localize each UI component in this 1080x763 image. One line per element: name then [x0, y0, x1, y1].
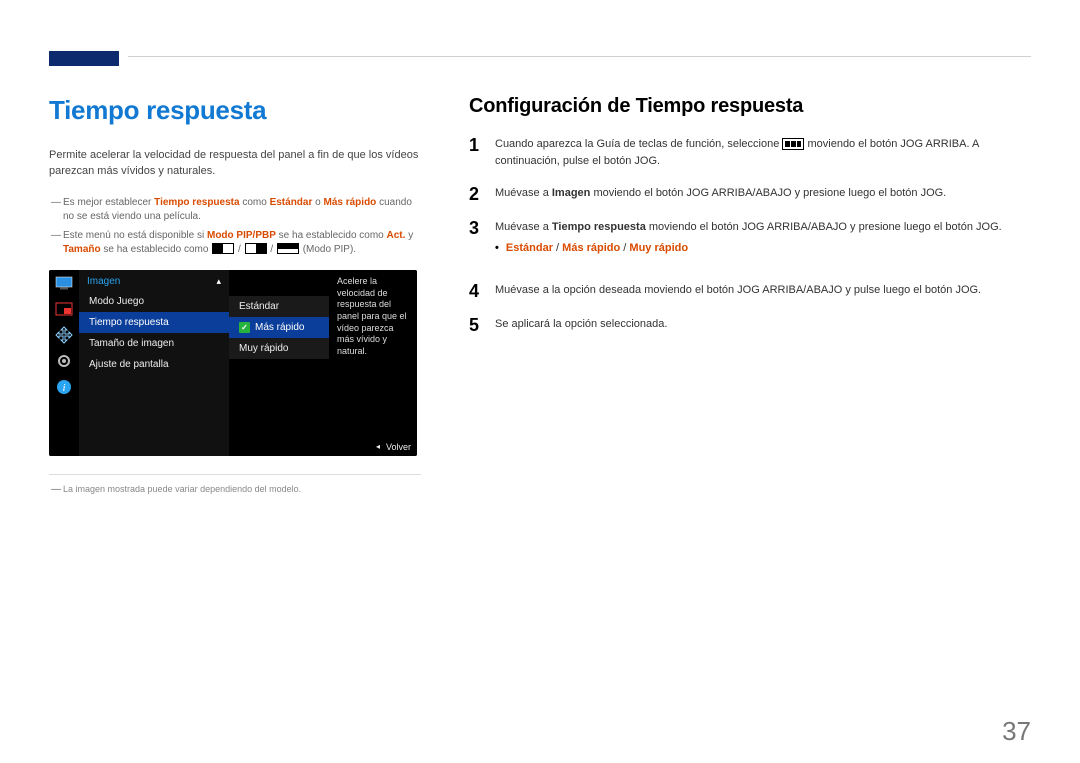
step-2: 2 Muévase a Imagen moviendo el botón JOG… — [469, 185, 1031, 203]
svg-text:i: i — [62, 382, 65, 394]
menu-bars-icon — [782, 138, 804, 150]
gear-icon — [55, 354, 73, 368]
options-bullet: • Estándar / Más rápido / Muy rápido — [495, 240, 1031, 257]
osd-item-tiempo-respuesta: Tiempo respuesta — [79, 312, 229, 333]
lead-paragraph: Permite acelerar la velocidad de respues… — [49, 148, 421, 180]
monitor-icon — [55, 276, 73, 290]
osd-options-col: Estándar ✓Más rápido Muy rápido — [229, 296, 329, 359]
position-icon — [55, 328, 73, 342]
footnote: ― La imagen mostrada puede variar depend… — [49, 483, 421, 498]
page-title-left: Tiempo respuesta — [49, 95, 421, 126]
check-icon: ✓ — [239, 322, 250, 333]
step-3: 3 Muévase a Tiempo respuesta moviendo el… — [469, 219, 1031, 266]
note-item-2: ― Este menú no está disponible si Modo P… — [49, 229, 421, 258]
divider — [49, 474, 421, 475]
osd-item-ajuste: Ajuste de pantalla — [79, 354, 229, 375]
osd-opt-mas-rapido: ✓Más rápido — [229, 317, 329, 338]
size-icon-2 — [245, 243, 267, 254]
step-4: 4 Muévase a la opción deseada moviendo e… — [469, 282, 1031, 300]
arrow-up-icon: ▴ — [216, 276, 221, 287]
note-item-1: ― Es mejor establecer Tiempo respuesta c… — [49, 196, 421, 225]
dash-icon: ― — [49, 229, 63, 258]
osd-description: Acelere la velocidad de respuesta del pa… — [329, 270, 417, 456]
header-rule — [128, 56, 1031, 57]
dash-icon: ― — [49, 196, 63, 225]
step-1: 1 Cuando aparezca la Guía de teclas de f… — [469, 136, 1031, 169]
arrow-left-icon: ◂ — [376, 442, 380, 451]
size-icon-3 — [277, 243, 299, 254]
page-number: 37 — [1002, 716, 1031, 747]
size-icon-1 — [212, 243, 234, 254]
step-5: 5 Se aplicará la opción seleccionada. — [469, 316, 1031, 334]
dash-icon: ― — [49, 483, 63, 498]
osd-opt-estandar: Estándar — [229, 296, 329, 317]
osd-screenshot: i Imagen ▴ Modo Juego Tiempo respuesta Ta… — [49, 270, 417, 456]
info-icon: i — [55, 380, 73, 394]
osd-header: Imagen — [87, 276, 120, 287]
osd-menu-col: Imagen ▴ Modo Juego Tiempo respuesta Tama… — [79, 270, 229, 456]
osd-opt-muy-rapido: Muy rápido — [229, 338, 329, 359]
osd-item-tamano: Tamaño de imagen — [79, 333, 229, 354]
osd-item-modo-juego: Modo Juego — [79, 291, 229, 312]
section-title-right: Configuración de Tiempo respuesta — [469, 95, 1031, 118]
steps-list: 1 Cuando aparezca la Guía de teclas de f… — [469, 136, 1031, 334]
osd-sidebar: i — [49, 270, 79, 456]
osd-footer: ◂Volver — [376, 442, 411, 452]
chapter-marker — [49, 51, 119, 66]
pip-icon — [55, 302, 73, 316]
